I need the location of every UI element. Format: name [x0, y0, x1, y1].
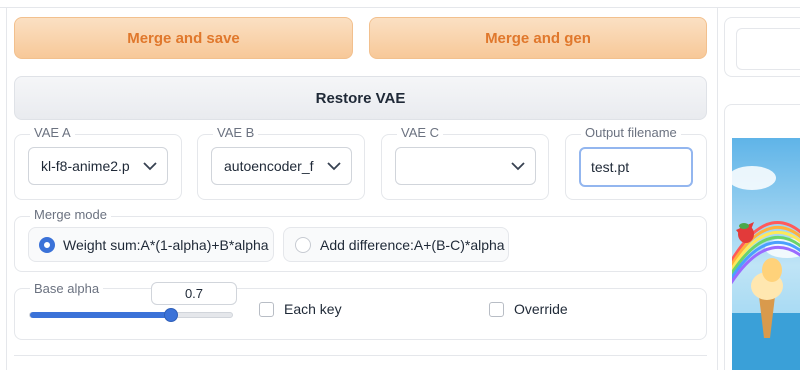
output-filename-label: Output filename — [581, 125, 681, 140]
radio-weight-sum-label: Weight sum:A*(1-alpha)+B*alpha — [63, 236, 269, 253]
radio-add-difference-label: Add difference:A+(B-C)*alpha — [320, 236, 505, 253]
radio-unselected-icon — [295, 236, 311, 253]
vae-a-value: kl-f8-anime2.p — [41, 158, 130, 174]
vae-b-dropdown[interactable]: autoencoder_f — [211, 147, 352, 185]
vae-c-label: VAE C — [397, 125, 444, 140]
vae-b-label: VAE B — [213, 125, 259, 140]
override-checkbox[interactable]: Override — [489, 301, 568, 317]
bottom-divider — [14, 355, 707, 370]
output-filename-input[interactable]: test.pt — [579, 147, 693, 187]
checkbox-icon[interactable] — [489, 301, 504, 317]
vae-b-value: autoencoder_f — [224, 158, 314, 174]
merge-and-save-button[interactable]: Merge and save — [14, 17, 353, 59]
chevron-down-icon — [317, 148, 351, 184]
radio-weight-sum[interactable]: Weight sum:A*(1-alpha)+B*alpha — [28, 227, 274, 262]
base-alpha-number-input[interactable]: 0.7 — [151, 282, 237, 305]
slider-fill — [30, 312, 172, 318]
radio-add-difference[interactable]: Add difference:A+(B-C)*alpha — [283, 227, 509, 262]
vae-a-dropdown[interactable]: kl-f8-anime2.p — [28, 147, 168, 185]
override-label: Override — [514, 301, 568, 317]
each-key-label: Each key — [284, 301, 342, 317]
restore-vae-button[interactable]: Restore VAE — [14, 76, 707, 120]
checkbox-icon[interactable] — [259, 301, 274, 317]
merge-and-gen-button[interactable]: Merge and gen — [369, 17, 707, 59]
chevron-down-icon — [501, 148, 535, 184]
base-alpha-label: Base alpha — [30, 281, 104, 296]
base-alpha-slider[interactable] — [29, 308, 233, 322]
vae-c-dropdown[interactable] — [395, 147, 536, 185]
chevron-down-icon — [133, 148, 167, 184]
radio-selected-icon — [40, 237, 54, 252]
top-border — [0, 0, 800, 8]
right-top-input[interactable] — [736, 28, 800, 70]
each-key-checkbox[interactable]: Each key — [259, 301, 342, 317]
vae-a-label: VAE A — [30, 125, 75, 140]
generated-image[interactable] — [732, 138, 800, 370]
merge-mode-label: Merge mode — [30, 207, 111, 222]
